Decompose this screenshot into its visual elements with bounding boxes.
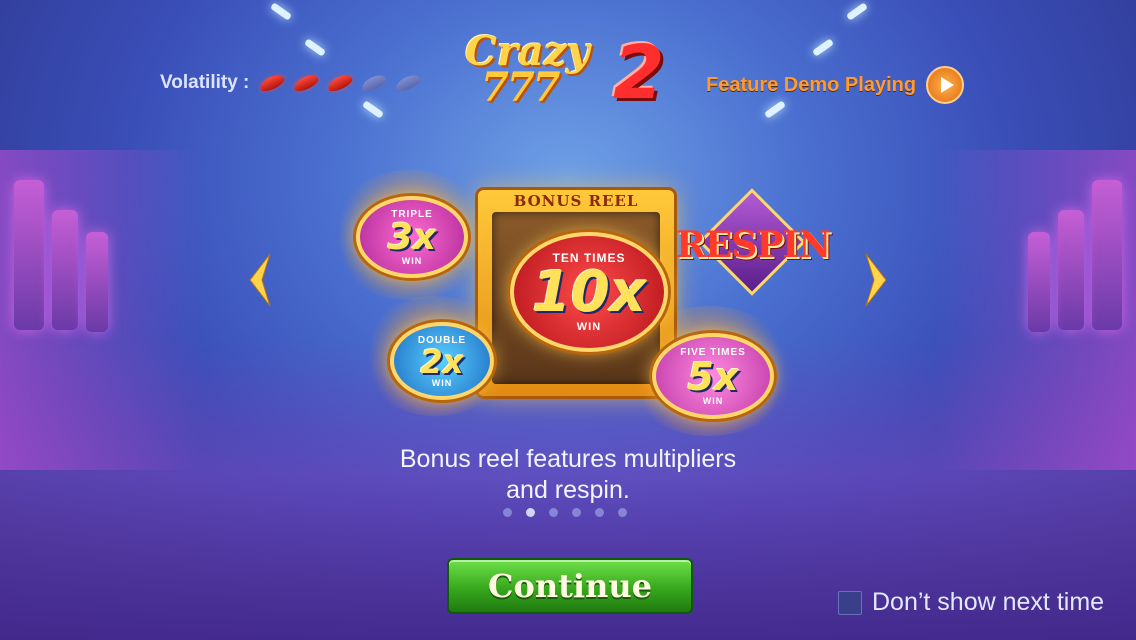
slot-machine-decor (14, 180, 44, 330)
badge-win-label: WIN (702, 395, 724, 406)
badge-win-label: WIN (576, 321, 602, 333)
badge-multiplier: 5x (687, 354, 739, 399)
logo-number: 2 (613, 30, 665, 116)
page-dot[interactable] (526, 508, 535, 517)
page-dot[interactable] (572, 508, 581, 517)
volatility-label: Volatility : (160, 72, 250, 93)
volatility-chili-rating (258, 72, 423, 94)
chili-icon (394, 72, 423, 94)
page-dot[interactable] (549, 508, 558, 517)
slot-machine-decor (1028, 232, 1050, 332)
continue-label: Continue (488, 567, 652, 605)
volatility-indicator: Volatility : (160, 72, 423, 94)
ceiling-light (361, 100, 385, 119)
dont-show-checkbox[interactable] (838, 590, 862, 615)
respin-emblem: RESPIN (676, 188, 831, 300)
continue-button[interactable]: Continue (447, 558, 693, 614)
ceiling-light (811, 38, 835, 57)
page-dot[interactable] (595, 508, 604, 517)
chili-icon (360, 72, 389, 94)
badge-multiplier: 10x (531, 260, 647, 325)
badge-multiplier: 2x (420, 342, 464, 381)
ceiling-light (269, 2, 293, 21)
play-icon[interactable] (926, 66, 965, 104)
page-dot[interactable] (503, 508, 512, 517)
page-indicator (503, 508, 627, 517)
slot-machine-decor (1058, 210, 1084, 330)
description-line: Bonus reel features multipliers (399, 445, 737, 473)
page-dot[interactable] (618, 508, 627, 517)
badge-multiplier: 3x (387, 216, 437, 258)
badge-win-label: WIN (431, 377, 453, 388)
respin-label: RESPIN (676, 224, 831, 266)
slot-machine-decor (86, 232, 108, 332)
feature-description: Bonus reel features multipliers and resp… (360, 444, 776, 506)
chili-icon (292, 72, 321, 94)
multiplier-10x-badge: TEN TIMES 10x WIN (510, 232, 668, 352)
dont-show-label: Don’t show next time (872, 588, 1105, 616)
multiplier-3x-badge: TRIPLE 3x WIN (356, 196, 468, 278)
slot-machine-decor (52, 210, 78, 330)
slot-machine-decor (1092, 180, 1122, 330)
ceiling-light (845, 2, 869, 21)
chili-icon (258, 72, 287, 94)
description-line: and respin. (506, 476, 630, 504)
next-arrow-icon[interactable] (864, 252, 888, 308)
feature-demo-label: Feature Demo Playing (706, 73, 917, 96)
dont-show-toggle[interactable]: Don’t show next time (838, 588, 1104, 617)
logo-digits: 777 (481, 64, 560, 111)
previous-arrow-icon[interactable] (248, 252, 272, 308)
multiplier-2x-badge: DOUBLE 2x WIN (390, 322, 494, 400)
bonus-reel-title: BONUS REEL (513, 192, 639, 210)
ceiling-light (303, 38, 327, 57)
chili-icon (326, 72, 355, 94)
game-logo: Crazy 777 2 (455, 28, 675, 116)
multiplier-5x-badge: FIVE TIMES 5x WIN (652, 333, 774, 419)
badge-win-label: WIN (401, 255, 423, 266)
feature-demo-control[interactable]: Feature Demo Playing (706, 66, 965, 104)
